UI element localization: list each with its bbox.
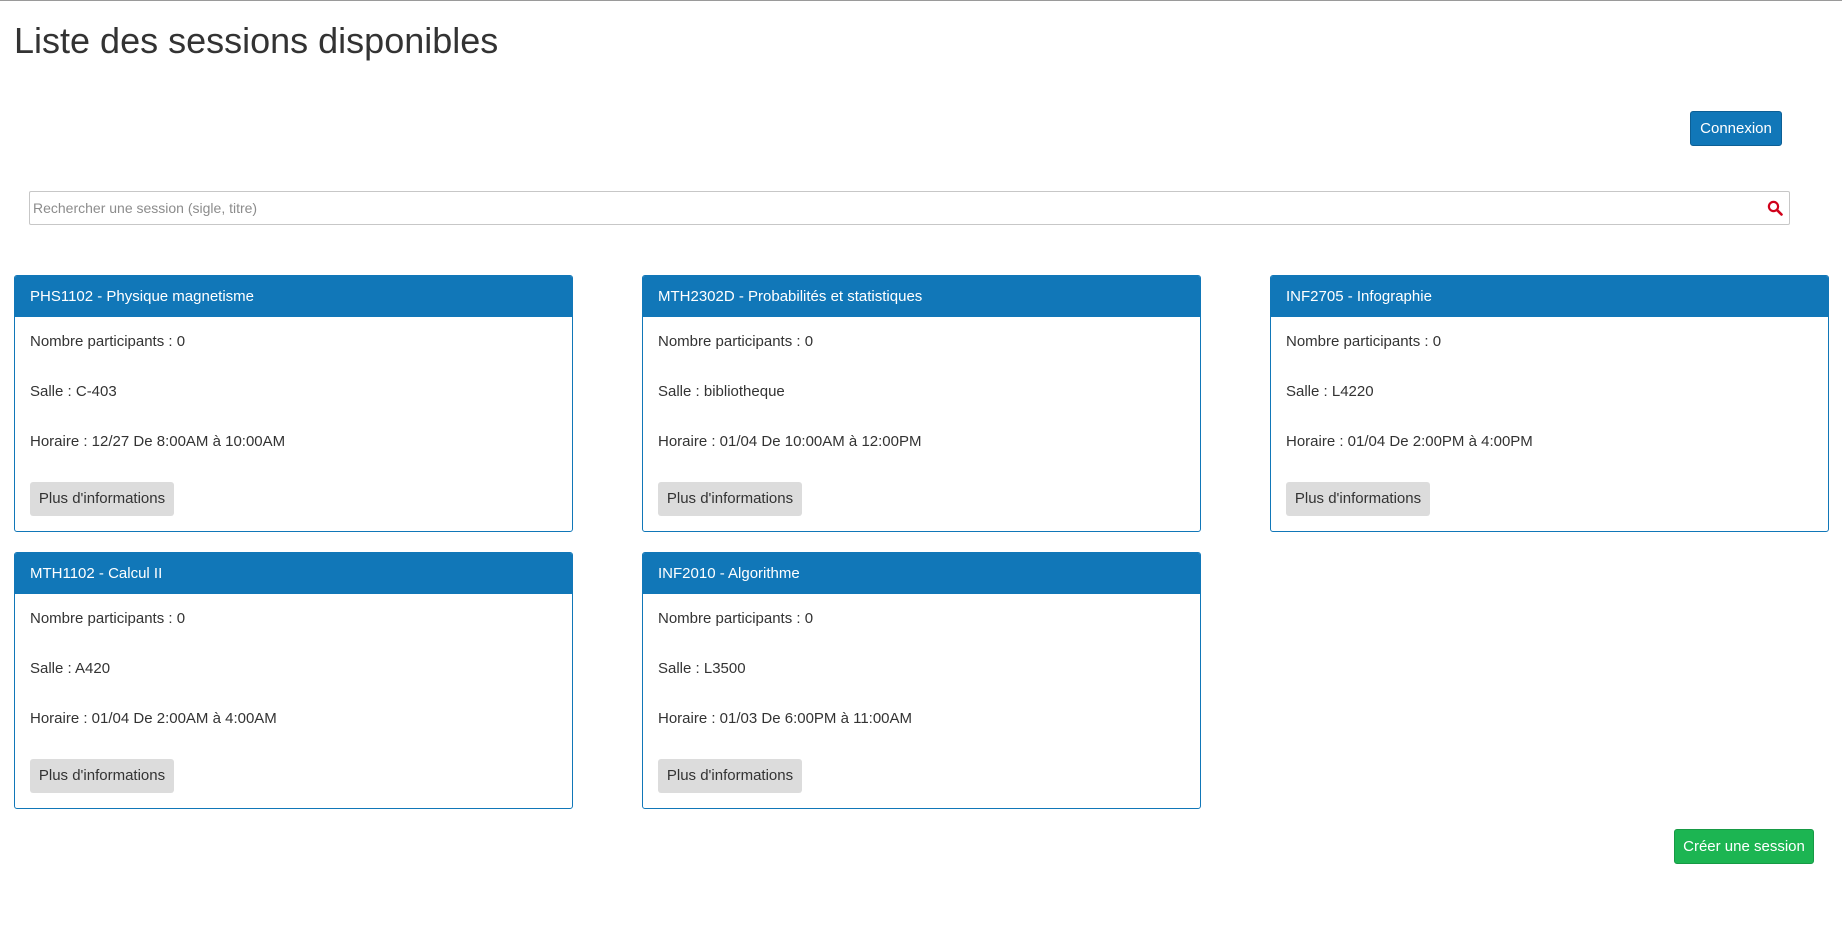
- session-card-title: PHS1102 - Physique magnetisme: [15, 276, 572, 317]
- session-room: Salle : L3500: [658, 660, 746, 677]
- session-participants: Nombre participants : 0: [658, 333, 814, 350]
- session-card: PHS1102 - Physique magnetisme Nombre par…: [14, 275, 573, 532]
- session-schedule: Horaire : 01/04 De 10:00AM à 12:00PM: [658, 433, 922, 450]
- session-card-title: INF2010 - Algorithme: [643, 553, 1200, 594]
- search-icon[interactable]: [1767, 200, 1783, 216]
- session-schedule: Horaire : 01/04 De 2:00PM à 4:00PM: [1286, 433, 1533, 450]
- session-schedule: Horaire : 01/04 De 2:00AM à 4:00AM: [30, 710, 277, 727]
- session-schedule: Horaire : 12/27 De 8:00AM à 10:00AM: [30, 433, 286, 450]
- search-input[interactable]: [30, 192, 1750, 224]
- session-card-title: MTH1102 - Calcul II: [15, 553, 572, 594]
- session-card: INF2705 - Infographie Nombre participant…: [1270, 275, 1829, 532]
- more-info-button[interactable]: Plus d'informations: [658, 759, 802, 793]
- session-participants: Nombre participants : 0: [30, 333, 186, 350]
- session-participants: Nombre participants : 0: [1286, 333, 1442, 350]
- more-info-button[interactable]: Plus d'informations: [658, 482, 802, 516]
- session-card: MTH1102 - Calcul II Nombre participants …: [14, 552, 573, 809]
- session-room: Salle : C-403: [30, 383, 117, 400]
- more-info-button[interactable]: Plus d'informations: [1286, 482, 1430, 516]
- session-room: Salle : A420: [30, 660, 111, 677]
- login-button[interactable]: Connexion: [1690, 111, 1782, 146]
- session-card: MTH2302D - Probabilités et statistiques …: [642, 275, 1201, 532]
- session-participants: Nombre participants : 0: [658, 610, 814, 627]
- session-card: INF2010 - Algorithme Nombre participants…: [642, 552, 1201, 809]
- page-title: Liste des sessions disponibles: [14, 20, 499, 61]
- session-schedule: Horaire : 01/03 De 6:00PM à 11:00AM: [658, 710, 913, 727]
- session-card-title: MTH2302D - Probabilités et statistiques: [643, 276, 1200, 317]
- create-session-button[interactable]: Créer une session: [1674, 829, 1814, 864]
- more-info-button[interactable]: Plus d'informations: [30, 759, 174, 793]
- session-participants: Nombre participants : 0: [30, 610, 186, 627]
- more-info-button[interactable]: Plus d'informations: [30, 482, 174, 516]
- session-room: Salle : bibliotheque: [658, 383, 785, 400]
- search-bar: [29, 191, 1790, 225]
- session-room: Salle : L4220: [1286, 383, 1374, 400]
- session-card-title: INF2705 - Infographie: [1271, 276, 1828, 317]
